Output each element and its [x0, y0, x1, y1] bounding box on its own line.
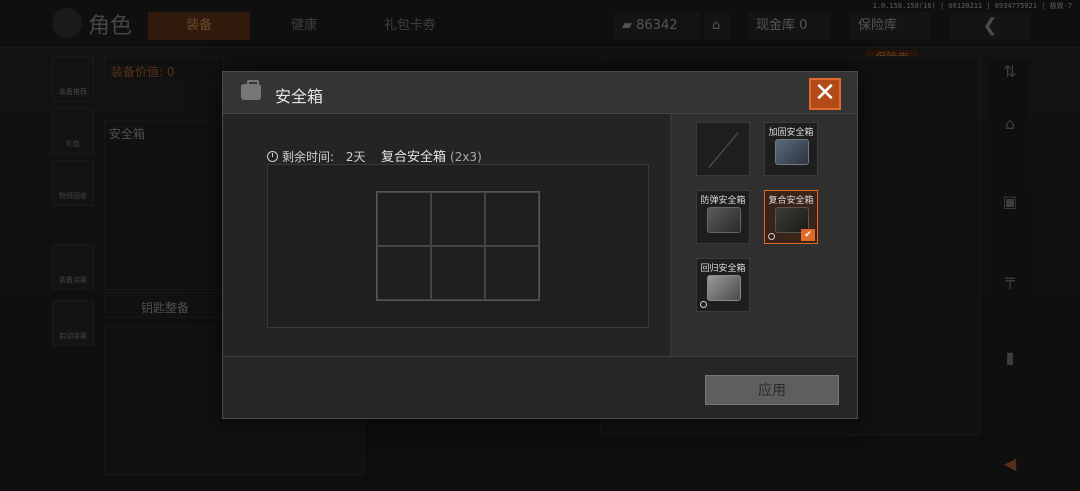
close-button[interactable]: ✕: [809, 78, 841, 110]
case-slot[interactable]: [431, 246, 485, 300]
case-card-composite[interactable]: 复合安全箱 ✔: [764, 190, 818, 244]
return-case-icon: [707, 275, 741, 301]
cash-icon: ▰: [622, 18, 637, 33]
modal-title: 安全箱: [275, 87, 324, 106]
safe-box-label: 安全箱: [109, 127, 146, 141]
case-slot[interactable]: [485, 246, 539, 300]
briefcase-icon: [241, 80, 261, 100]
version-info: 1.0.158.158(16) | 06120211 | 8934775921 …: [872, 2, 1072, 10]
side-button-gift[interactable]: 礼包: [52, 108, 94, 154]
case-grid-area: [267, 164, 649, 328]
tab-health[interactable]: 健康: [264, 12, 344, 40]
box-icon[interactable]: ▣: [998, 190, 1022, 214]
side-button-recycle[interactable]: 物资回收: [52, 160, 94, 206]
checkmark-icon: ✔: [801, 229, 815, 241]
back-button[interactable]: ❮: [950, 12, 1030, 40]
case-slot[interactable]: [485, 192, 539, 246]
case-preview-area: 剩余时间: 2天 复合安全箱 (2x3): [223, 114, 669, 356]
side-button-recommend[interactable]: 装备推荐: [52, 56, 94, 102]
bulletproof-case-icon: [707, 207, 741, 233]
role-avatar-icon: [52, 8, 82, 38]
remaining-label: 剩余时间:: [282, 150, 335, 164]
key-panel-title: 钥匙整备: [141, 301, 190, 315]
case-card-bulletproof[interactable]: 防弹安全箱: [696, 190, 750, 244]
vault-button[interactable]: 保险库: [850, 12, 930, 40]
rifle-icon[interactable]: ╤: [998, 268, 1022, 292]
apply-button[interactable]: 应用: [705, 375, 839, 405]
ammo-icon[interactable]: ▮: [998, 346, 1022, 370]
modal-footer: 应用: [223, 356, 857, 418]
case-card-empty[interactable]: [696, 122, 750, 176]
safe-box-modal: 安全箱 ✕ 剩余时间: 2天 复合安全箱 (2x3) 加固安全箱 防弹安全箱 复合…: [222, 71, 858, 419]
case-card-label: 回归安全箱: [700, 264, 746, 274]
case-slot[interactable]: [431, 192, 485, 246]
case-card-label: 防弹安全箱: [700, 196, 746, 206]
reinforced-case-icon: [775, 139, 809, 165]
case-card-label: 加固安全箱: [768, 128, 814, 138]
modal-header: 安全箱 ✕: [223, 72, 857, 114]
equipment-value: 装备价值: 0: [111, 65, 175, 79]
role-title: 角色: [88, 14, 133, 39]
tab-gift-cards[interactable]: 礼包卡券: [362, 12, 458, 40]
collapse-icon[interactable]: ◀: [998, 452, 1022, 476]
case-card-return[interactable]: 回归安全箱: [696, 258, 750, 312]
case-slot[interactable]: [377, 192, 431, 246]
cash-vault[interactable]: 现金库 0: [748, 12, 830, 40]
remaining-value: 2天: [345, 150, 366, 164]
case-size: (2x3): [450, 150, 482, 164]
tab-equipment[interactable]: 装备: [148, 12, 250, 40]
case-slot-grid: [376, 191, 540, 301]
sort-icon[interactable]: ⇅: [998, 60, 1022, 84]
case-slot[interactable]: [377, 246, 431, 300]
side-button-skin[interactable]: 装备涂装: [52, 244, 94, 290]
side-button-launch-skin[interactable]: 启动涂装: [52, 300, 94, 346]
safe-box-panel: 安全箱: [104, 120, 224, 290]
currency-display: ▰ 86342: [614, 12, 700, 40]
home-icon[interactable]: ⌂: [998, 112, 1022, 136]
clock-icon: [267, 151, 278, 162]
selected-case-name: 复合安全箱 (2x3): [381, 150, 482, 165]
case-list: 加固安全箱 防弹安全箱 复合安全箱 ✔ 回归安全箱: [671, 114, 857, 356]
empty-slot-icon: [708, 132, 739, 168]
case-card-reinforced[interactable]: 加固安全箱: [764, 122, 818, 176]
timer-icon: [700, 301, 707, 308]
shop-icon[interactable]: ⌂: [704, 12, 730, 40]
case-card-label: 复合安全箱: [768, 196, 814, 206]
remaining-time: 剩余时间: 2天: [267, 148, 366, 165]
equipment-value-panel: 装备价值: 0: [104, 56, 224, 84]
timer-icon: [768, 233, 775, 240]
